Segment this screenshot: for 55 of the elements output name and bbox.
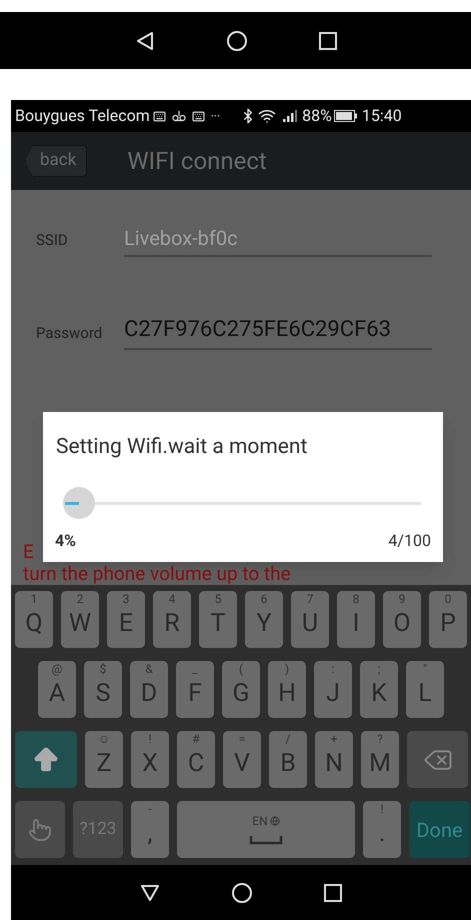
keyboard-key[interactable]: _ F bbox=[176, 661, 214, 718]
progress-thumb bbox=[63, 486, 96, 518]
keyboard-key[interactable]: ) H bbox=[268, 661, 306, 718]
battery-percent: 88% bbox=[302, 105, 332, 127]
dialog-message: Setting Wifi.wait a moment bbox=[55, 434, 308, 461]
keyboard-key[interactable]: ☺ Z bbox=[85, 731, 123, 788]
field-label: Password bbox=[36, 322, 104, 344]
keyboard-key[interactable]: = V bbox=[223, 731, 261, 788]
hint-text: E bbox=[23, 541, 34, 563]
keyboard-key[interactable]: ! . bbox=[363, 801, 401, 858]
progress-percent: 4% bbox=[55, 530, 76, 552]
keyboard-key[interactable]: " L bbox=[406, 661, 444, 718]
keyboard-key[interactable]: + N bbox=[315, 731, 353, 788]
clock: 15:40 bbox=[362, 105, 402, 127]
backspace-key[interactable] bbox=[407, 731, 468, 788]
back-button[interactable]: back bbox=[25, 145, 88, 177]
recents-icon[interactable] bbox=[323, 882, 343, 902]
keyboard-key[interactable]: $ S bbox=[84, 661, 122, 718]
signal-icon bbox=[282, 109, 298, 123]
keyboard-key[interactable]: ? M bbox=[361, 731, 399, 788]
keyboard-key[interactable]: ! X bbox=[131, 731, 169, 788]
keyboard-key[interactable]: # C bbox=[177, 731, 215, 788]
progress-count: 4/100 bbox=[388, 530, 431, 552]
keyboard-key[interactable]: & D bbox=[130, 661, 168, 718]
keyboard-key[interactable]: - , bbox=[131, 801, 169, 858]
field-label: SSID bbox=[36, 230, 69, 250]
space-icon bbox=[249, 834, 283, 844]
keyboard-key[interactable]: / B bbox=[269, 731, 307, 788]
battery-icon bbox=[334, 110, 358, 122]
keyboard-key[interactable]: ( G bbox=[222, 661, 260, 718]
page-title: WIFI connect bbox=[127, 146, 267, 177]
carrier-name: Bouygues Telecom bbox=[15, 105, 150, 127]
done-key[interactable]: Done bbox=[409, 801, 470, 858]
more-notifications: ··· bbox=[210, 108, 220, 125]
keyboard-icon bbox=[152, 110, 166, 122]
home-icon[interactable] bbox=[231, 882, 253, 904]
shift-key[interactable] bbox=[15, 731, 77, 788]
keyboard-key[interactable]: 2 W bbox=[61, 591, 99, 648]
globe-icon bbox=[270, 816, 280, 826]
text-field[interactable]: C27F976C275FE6C29CF63 bbox=[124, 313, 432, 350]
keyboard-key[interactable]: 3 E bbox=[107, 591, 145, 648]
hint-text: turn the phone volume up to the bbox=[23, 563, 291, 585]
recents-icon[interactable] bbox=[318, 30, 338, 50]
keyboard-key[interactable]: @ A bbox=[38, 661, 76, 718]
keyboard-icon bbox=[192, 110, 205, 122]
keyboard-key[interactable]: 7 U bbox=[291, 591, 329, 648]
keyboard-key[interactable]: ; K bbox=[360, 661, 398, 718]
voicemail-icon bbox=[172, 110, 186, 122]
home-icon[interactable] bbox=[226, 30, 248, 52]
hand-icon bbox=[28, 818, 52, 842]
keyboard-key[interactable]: 5 T bbox=[199, 591, 237, 648]
wifi-icon bbox=[258, 107, 276, 125]
keyboard-key[interactable]: 8 I bbox=[337, 591, 375, 648]
keyboard-key[interactable]: 6 Y bbox=[245, 591, 283, 648]
keyboard-key[interactable]: : J bbox=[314, 661, 352, 718]
